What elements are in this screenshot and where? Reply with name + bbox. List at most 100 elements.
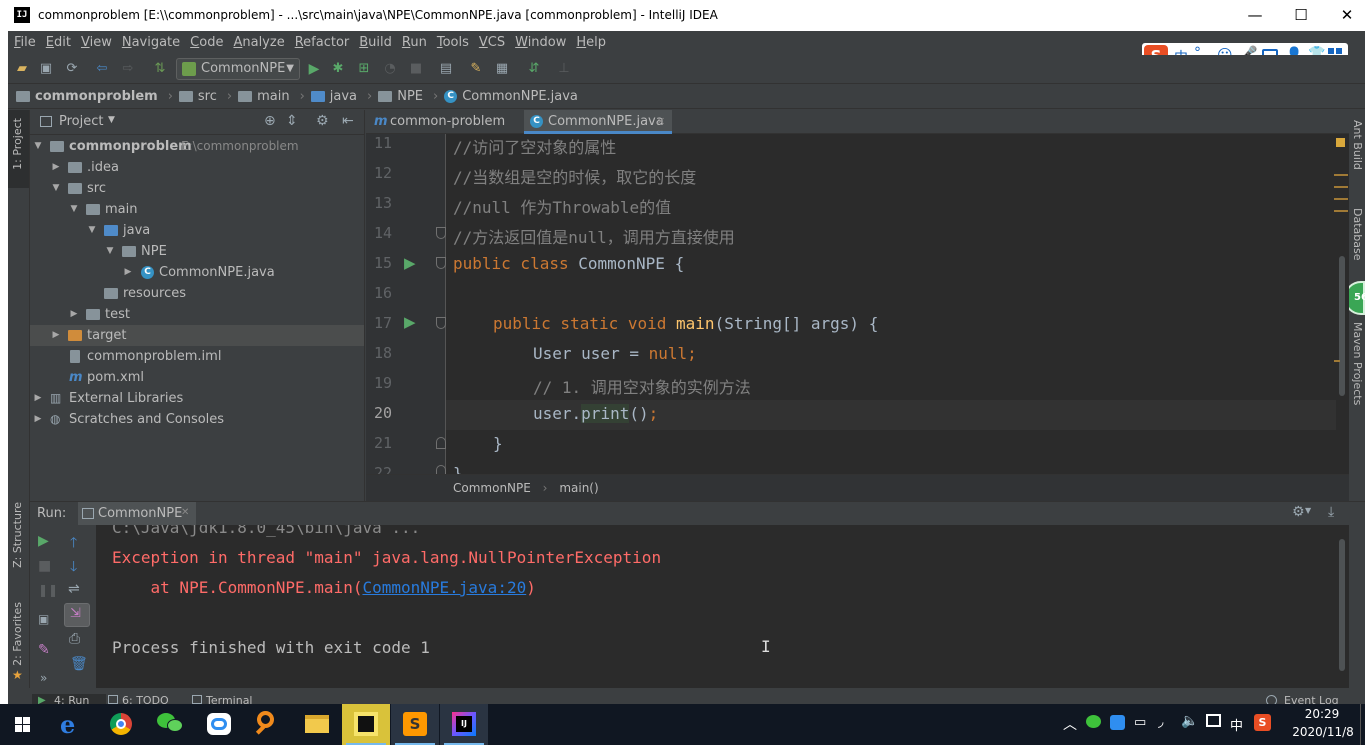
editor-crumb-class[interactable]: CommonNPE	[453, 481, 531, 495]
menu-tools[interactable]: Tools	[437, 35, 469, 50]
console-scroll-thumb[interactable]	[1339, 539, 1345, 671]
tree-item-idea[interactable]: ▶ .idea	[30, 157, 364, 178]
chevron-right-icon[interactable]: ▶	[123, 262, 133, 283]
tree-item-commonnpe-java[interactable]: ▶ C CommonNPE.java	[30, 262, 364, 283]
hide-panel-icon[interactable]: ⇤	[342, 113, 354, 129]
fold-marker-icon[interactable]	[436, 437, 446, 449]
stop-icon[interactable]: ■	[38, 558, 51, 574]
tree-item-java[interactable]: ▼ java	[30, 220, 364, 241]
pause-icon[interactable]: ❚❚	[38, 583, 58, 597]
pin-icon[interactable]: ✎	[38, 642, 50, 658]
inspection-status-icon[interactable]	[1336, 138, 1345, 147]
battery-icon[interactable]: ▭	[1134, 715, 1146, 730]
tree-item-main[interactable]: ▼ main	[30, 199, 364, 220]
editor-crumb-method[interactable]: main()	[559, 481, 598, 495]
taskbar-sublime[interactable]: S	[391, 704, 439, 745]
chevron-right-icon[interactable]: ▶	[33, 388, 43, 409]
project-view-select[interactable]: Project	[59, 114, 103, 129]
run-configuration-select[interactable]: CommonNPE ▼	[176, 58, 300, 80]
warning-marker[interactable]	[1334, 360, 1340, 362]
cloud-tray-icon[interactable]	[1110, 715, 1125, 730]
profile-icon[interactable]: ◔	[382, 61, 398, 77]
clock-date[interactable]: 2020/11/8	[1290, 725, 1356, 739]
vcs-update-icon[interactable]: ⇵	[526, 61, 542, 77]
project-structure-icon[interactable]: ▤	[438, 61, 454, 77]
tree-item-npe[interactable]: ▼ NPE	[30, 241, 364, 262]
taskbar-chrome[interactable]	[97, 704, 145, 745]
gear-icon[interactable]: ⚙	[1292, 504, 1305, 520]
clear-all-icon[interactable]: 🗑	[70, 656, 88, 672]
warning-marker[interactable]	[1334, 174, 1348, 176]
run-tab-commonnpe[interactable]: CommonNPE ✕	[78, 502, 196, 526]
more-icon[interactable]: »	[40, 671, 47, 685]
close-button[interactable]: ✕	[1324, 0, 1365, 31]
chevron-right-icon[interactable]: ▶	[69, 304, 79, 325]
settings-icon[interactable]: ✎	[468, 61, 484, 77]
clock-time[interactable]: 20:29	[1298, 707, 1346, 721]
run-gutter-icon[interactable]: ▶	[404, 313, 416, 331]
taskbar-intellij[interactable]: IJ	[440, 704, 488, 745]
taskbar-baidu-netdisk[interactable]	[195, 704, 243, 745]
debug-icon[interactable]: ✱	[330, 61, 346, 77]
gear-icon[interactable]: ⚙	[316, 113, 329, 129]
breadcrumb-item-npe[interactable]: NPE	[378, 89, 423, 104]
database-tool-tab[interactable]: Database	[1351, 208, 1364, 261]
menu-analyze[interactable]: Analyze	[233, 35, 284, 50]
breadcrumb-item-file[interactable]: C CommonNPE.java	[444, 89, 578, 104]
collapse-icon[interactable]: ⇕	[286, 113, 298, 129]
maven-tool-tab[interactable]: Maven Projects	[1351, 322, 1364, 405]
menu-vcs[interactable]: VCS	[479, 35, 505, 50]
fold-marker-icon[interactable]	[436, 317, 446, 329]
breadcrumb-item-src[interactable]: src	[178, 89, 217, 104]
ant-build-tool-tab[interactable]: Ant Build	[1351, 120, 1364, 170]
menu-refactor[interactable]: Refactor	[295, 35, 350, 50]
tab-todo[interactable]: 6: TODO	[122, 694, 169, 704]
print-icon[interactable]: ⎙	[69, 631, 80, 647]
tab-run[interactable]: 4: Run	[54, 694, 89, 704]
chevron-down-icon[interactable]: ▼	[51, 178, 61, 199]
volume-icon[interactable]: 🔈	[1181, 713, 1198, 729]
chevron-down-icon[interactable]: ▼	[69, 199, 79, 220]
fold-marker-icon[interactable]	[436, 227, 446, 239]
forward-icon[interactable]: ⇨	[120, 61, 136, 77]
chevron-down-icon[interactable]: ▼	[108, 115, 115, 125]
menu-view[interactable]: View	[81, 35, 112, 50]
tab-commonnpe-java[interactable]: C CommonNPE.java ✕	[524, 110, 672, 134]
chevron-down-icon[interactable]: ▼	[87, 220, 97, 241]
stacktrace-link[interactable]: CommonNPE.java:20	[362, 578, 526, 597]
dump-threads-icon[interactable]: ▣	[38, 612, 49, 626]
menu-file[interactable]: File	[14, 35, 36, 50]
message-icon[interactable]	[1206, 714, 1221, 727]
menu-help[interactable]: Help	[576, 35, 606, 50]
sync-icon[interactable]: ⟳	[64, 61, 80, 77]
breadcrumb-item-java[interactable]: java	[310, 89, 357, 104]
ime-indicator[interactable]: 中	[1230, 715, 1243, 734]
run-gutter-icon[interactable]: ▶	[404, 254, 416, 272]
menu-navigate[interactable]: Navigate	[122, 35, 180, 50]
start-button[interactable]	[0, 704, 48, 745]
taskbar-wechat[interactable]	[146, 704, 194, 745]
save-all-icon[interactable]: ▣	[38, 61, 54, 77]
structure-tool-tab[interactable]: Z: Structure	[11, 502, 24, 568]
tree-item-commonproblem[interactable]: ▼ commonproblem E:\commonproblem	[30, 136, 364, 157]
rerun-icon[interactable]: ▶	[38, 533, 49, 549]
close-tab-icon[interactable]: ✕	[656, 110, 665, 134]
up-arrow-icon[interactable]: 🡑	[70, 532, 77, 556]
chevron-right-icon[interactable]: ▶	[33, 409, 43, 430]
warning-marker[interactable]	[1334, 186, 1348, 188]
tree-item-pom[interactable]: m pom.xml	[30, 367, 364, 388]
editor-scroll-thumb[interactable]	[1339, 256, 1345, 396]
menu-window[interactable]: Window	[515, 35, 566, 50]
breadcrumb-item-main[interactable]: main	[238, 89, 290, 104]
tree-item-external-libraries[interactable]: ▶ ▥ External Libraries	[30, 388, 364, 409]
menu-code[interactable]: Code	[190, 35, 223, 50]
fold-marker-icon[interactable]	[436, 257, 446, 269]
warning-marker[interactable]	[1334, 198, 1348, 200]
editor-scrollbar[interactable]	[1334, 134, 1349, 474]
tab-event-log[interactable]: Event Log	[1284, 694, 1339, 704]
tab-terminal[interactable]: Terminal	[206, 694, 253, 704]
console-scrollbar[interactable]	[1336, 525, 1349, 688]
open-folder-icon[interactable]: ▰	[14, 61, 30, 77]
coverage-icon[interactable]: ⊞	[356, 61, 372, 77]
chevron-right-icon[interactable]: ▶	[51, 157, 61, 178]
